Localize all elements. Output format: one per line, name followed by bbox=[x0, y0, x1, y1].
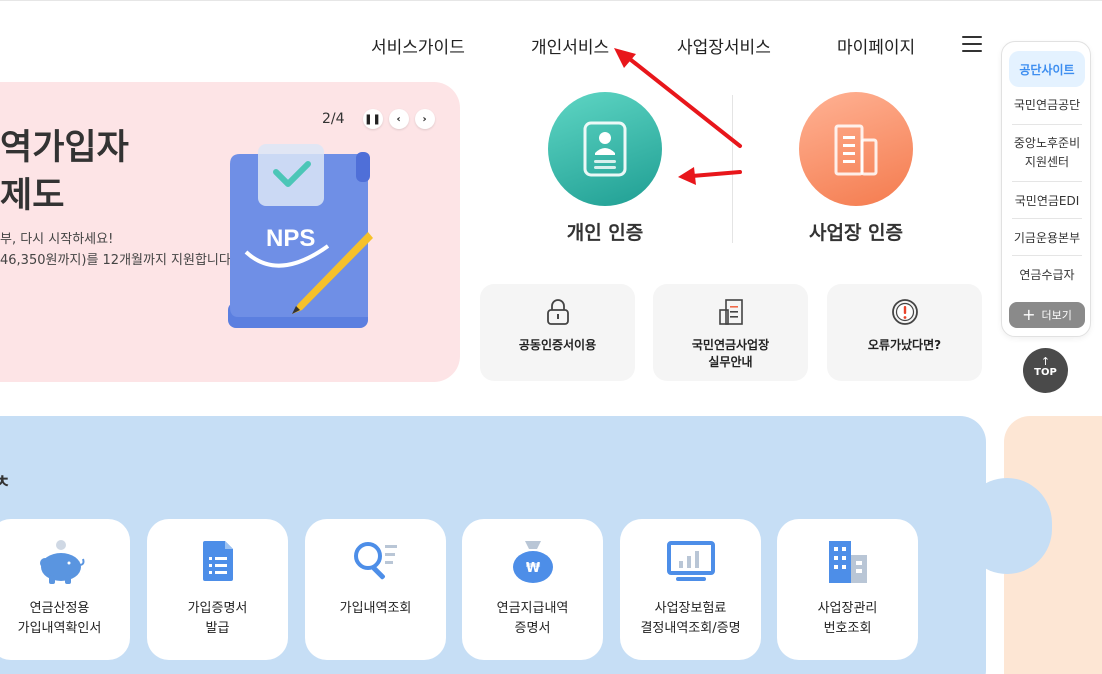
sidebar-divider bbox=[1012, 255, 1082, 256]
tile-label: 사업장보험료 결정내역조회/증명 bbox=[640, 601, 741, 636]
tile-label: 연금산정용 가입내역확인서 bbox=[17, 601, 102, 636]
monitor-chart-icon bbox=[620, 539, 761, 585]
money-bag-icon: ₩ bbox=[462, 539, 603, 585]
error-help-label: 오류가났다면? bbox=[867, 338, 942, 352]
scroll-top-label: TOP bbox=[1034, 367, 1057, 378]
building-icon bbox=[799, 92, 913, 206]
svg-text:₩: ₩ bbox=[525, 561, 540, 576]
lock-icon bbox=[480, 298, 635, 326]
business-auth-button[interactable]: 사업장 인증 bbox=[771, 92, 941, 245]
document-icon bbox=[147, 539, 288, 585]
error-help-card[interactable]: 오류가났다면? bbox=[827, 284, 982, 381]
personal-auth-button[interactable]: 개인 인증 bbox=[520, 92, 690, 245]
section-heading: ㅊ bbox=[0, 472, 11, 493]
promo-banner[interactable]: 역가입자 제도 부, 다시 시작하세요! 46,350원까지)를 12개월까지 … bbox=[0, 82, 460, 382]
warning-icon bbox=[827, 298, 982, 326]
sidebar-item-edi[interactable]: 국민연금EDI bbox=[1010, 192, 1084, 211]
sidebar-item-recipient[interactable]: 연금수급자 bbox=[1010, 266, 1084, 285]
business-guide-card[interactable]: 국민연금사업장 실무안내 bbox=[653, 284, 808, 381]
auth-divider bbox=[732, 95, 733, 243]
sidebar-item-fund[interactable]: 기금운용본부 bbox=[1010, 229, 1084, 248]
site-links-sidebar: 공단사이트 국민연금공단 중앙노후준비 지원센터 국민연금EDI 기금운용본부 … bbox=[1001, 41, 1091, 337]
nav-mypage[interactable]: 마이페이지 bbox=[837, 33, 915, 58]
menu-icon[interactable] bbox=[962, 36, 982, 52]
nps-scroll-illustration: NPS bbox=[228, 144, 373, 328]
top-border bbox=[0, 0, 1102, 3]
id-card-icon bbox=[548, 92, 662, 206]
banner-controls: 2/4 ❚❚ ‹ › bbox=[322, 108, 435, 130]
chevron-left-icon[interactable]: ‹ bbox=[388, 109, 409, 129]
banner-pager: 2/4 bbox=[322, 111, 345, 127]
sidebar-item-retirement-center[interactable]: 중앙노후준비 지원센터 bbox=[1010, 134, 1084, 172]
nav-personal-service[interactable]: 개인서비스 bbox=[531, 33, 609, 58]
sidebar-divider bbox=[1012, 218, 1082, 219]
tile-pension-calc[interactable]: 연금산정용 가입내역확인서 bbox=[0, 519, 130, 660]
sidebar-divider bbox=[1012, 181, 1082, 182]
personal-auth-label: 개인 인증 bbox=[566, 222, 644, 244]
section-notch bbox=[962, 478, 1052, 574]
tile-business-number[interactable]: 사업장관리 번호조회 bbox=[777, 519, 918, 660]
sidebar-more-button[interactable]: + 더보기 bbox=[1009, 302, 1085, 328]
search-list-icon bbox=[305, 539, 446, 585]
business-guide-label: 국민연금사업장 실무안내 bbox=[691, 338, 770, 369]
tile-business-premium[interactable]: 사업장보험료 결정내역조회/증명 bbox=[620, 519, 761, 660]
pause-icon[interactable]: ❚❚ bbox=[362, 109, 383, 129]
sidebar-divider bbox=[1012, 124, 1082, 125]
banner-subtitle: 부, 다시 시작하세요! 46,350원까지)를 12개월까지 지원합니다. bbox=[0, 232, 235, 268]
sidebar-more-label: 더보기 bbox=[1041, 309, 1072, 322]
tile-join-certificate[interactable]: 가입증명서 발급 bbox=[147, 519, 288, 660]
sidebar-header[interactable]: 공단사이트 bbox=[1009, 51, 1085, 87]
certificate-card-label: 공동인증서이용 bbox=[518, 338, 597, 352]
tile-join-history[interactable]: 가입내역조회 bbox=[305, 519, 446, 660]
piggy-bank-icon bbox=[0, 539, 130, 585]
arrow-up-icon: ↑ bbox=[1040, 355, 1051, 368]
tile-label: 가입내역조회 bbox=[339, 601, 412, 616]
nav-service-guide[interactable]: 서비스가이드 bbox=[371, 33, 465, 58]
tile-label: 가입증명서 발급 bbox=[187, 601, 248, 636]
building-icon bbox=[777, 539, 918, 585]
scroll-top-button[interactable]: ↑ TOP bbox=[1023, 348, 1068, 393]
plus-icon: + bbox=[1022, 305, 1036, 324]
tile-payment-certificate[interactable]: ₩ 연금지급내역 증명서 bbox=[462, 519, 603, 660]
main-nav: 서비스가이드 개인서비스 사업장서비스 마이페이지 bbox=[0, 33, 1000, 58]
banner-title: 역가입자 제도 bbox=[0, 128, 129, 216]
document-icon bbox=[653, 298, 808, 326]
nps-logo-text: NPS bbox=[266, 225, 315, 252]
business-auth-label: 사업장 인증 bbox=[808, 222, 903, 244]
certificate-card[interactable]: 공동인증서이용 bbox=[480, 284, 635, 381]
tile-label: 사업장관리 번호조회 bbox=[817, 601, 878, 636]
nav-business-service[interactable]: 사업장서비스 bbox=[677, 33, 771, 58]
sidebar-item-nps[interactable]: 국민연금공단 bbox=[1010, 96, 1084, 115]
chevron-right-icon[interactable]: › bbox=[414, 109, 435, 129]
tile-label: 연금지급내역 증명서 bbox=[496, 601, 569, 636]
